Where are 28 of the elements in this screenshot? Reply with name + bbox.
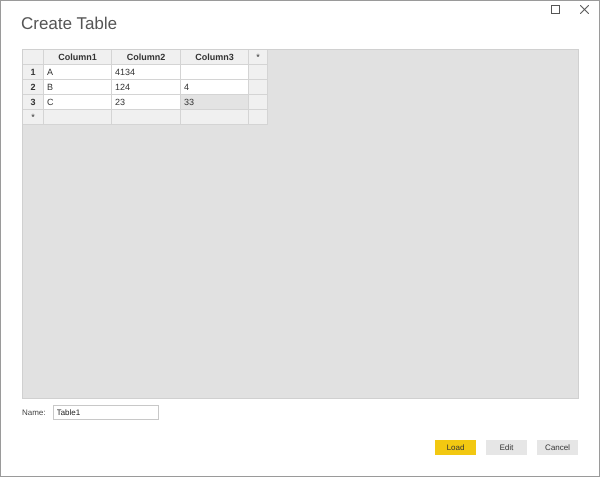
- table-cell[interactable]: 4134: [112, 65, 181, 80]
- table-cell[interactable]: [181, 110, 249, 125]
- name-field[interactable]: Table1: [52, 405, 159, 420]
- table-cell[interactable]: A: [44, 65, 112, 80]
- table-cell[interactable]: 33: [181, 95, 249, 110]
- table-cell[interactable]: [181, 65, 249, 80]
- table-cell[interactable]: 124: [112, 80, 181, 95]
- table-cell[interactable]: 23: [112, 95, 181, 110]
- close-icon[interactable]: [580, 5, 589, 14]
- table-cell[interactable]: [44, 110, 112, 125]
- row-header[interactable]: 1: [23, 65, 44, 80]
- table-cell[interactable]: [112, 110, 181, 125]
- name-label: Name:: [22, 406, 46, 418]
- column-header[interactable]: Column3: [181, 50, 249, 65]
- maximize-icon[interactable]: [551, 5, 560, 14]
- row-header[interactable]: 3: [23, 95, 44, 110]
- table-cell[interactable]: B: [44, 80, 112, 95]
- action-button[interactable]: Edit: [486, 440, 527, 455]
- window-title: Create Table: [21, 13, 118, 35]
- load-button[interactable]: Load: [435, 440, 476, 455]
- table-cell[interactable]: 4: [181, 80, 249, 95]
- add-column-header[interactable]: *: [249, 50, 268, 65]
- row-header[interactable]: 2: [23, 80, 44, 95]
- column-header[interactable]: Column2: [112, 50, 181, 65]
- action-button[interactable]: Cancel: [537, 440, 578, 455]
- new-row-header[interactable]: *: [23, 110, 44, 125]
- column-header[interactable]: Column1: [44, 50, 112, 65]
- table-cell[interactable]: C: [44, 95, 112, 110]
